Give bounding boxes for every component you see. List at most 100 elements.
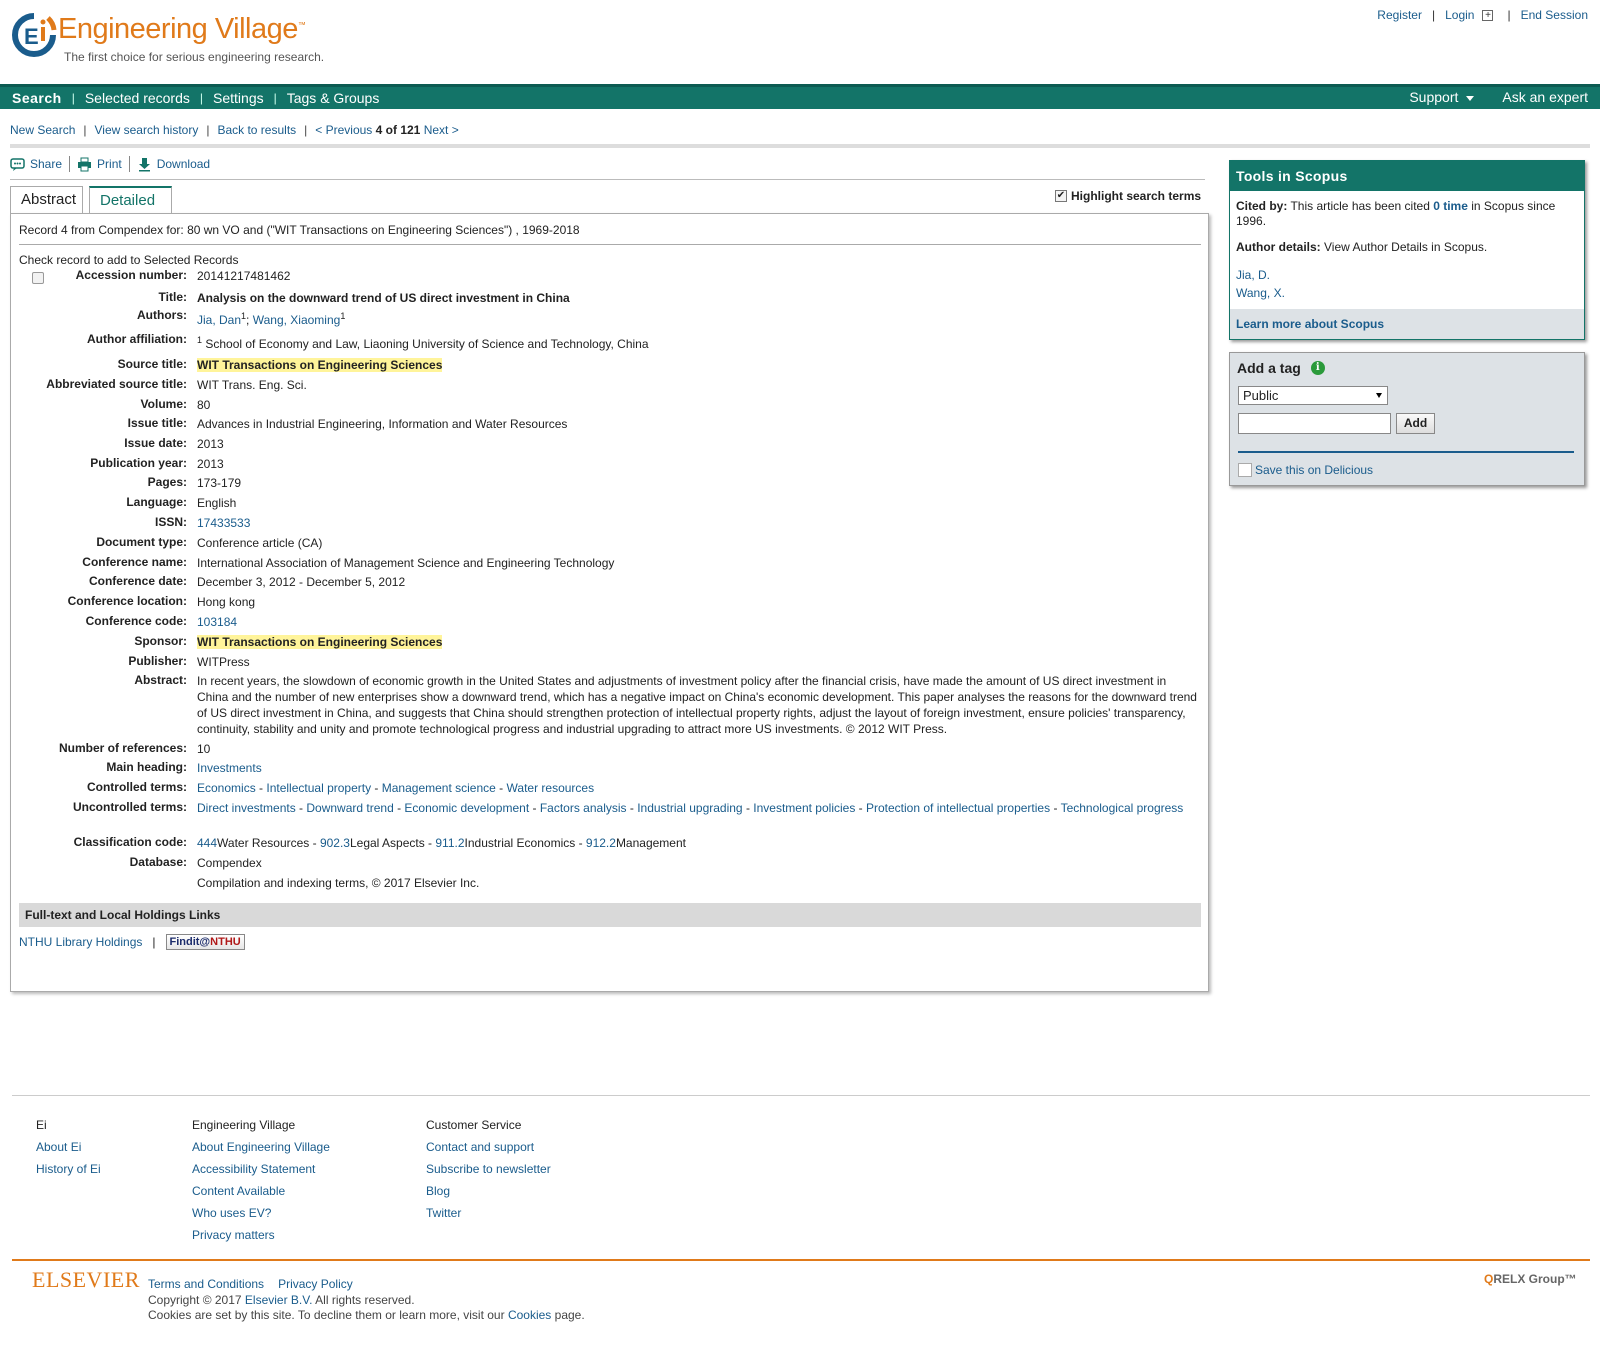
end-session-link[interactable]: End Session [1521, 8, 1588, 22]
uncontrolled-term-link[interactable]: Technological progress [1061, 801, 1184, 815]
author-details: Author details: View Author Details in S… [1236, 240, 1488, 254]
classification-code-link[interactable]: 911.2 [435, 836, 464, 850]
uncontrolled-term-link[interactable]: Protection of intellectual properties [866, 801, 1050, 815]
elsevier-bv-link[interactable]: Elsevier B.V. [245, 1293, 313, 1307]
uncontrolled-term-link[interactable]: Investment policies [753, 801, 855, 815]
tag-visibility-select[interactable]: Public [1238, 386, 1388, 405]
nav-settings[interactable]: Settings [213, 90, 264, 106]
next-link[interactable]: Next > [424, 123, 459, 137]
register-link[interactable]: Register [1377, 8, 1422, 22]
relx-logo: QRELX Group™ [1484, 1272, 1577, 1286]
delicious-link[interactable]: Save this on Delicious [1255, 463, 1373, 477]
copyright: Copyright © 2017 Elsevier B.V. All right… [148, 1293, 585, 1322]
controlled-term-link[interactable]: Management science [382, 781, 496, 795]
terms-link[interactable]: Terms and Conditions [148, 1277, 264, 1291]
share-button[interactable]: Share [10, 157, 62, 172]
main-heading-link[interactable]: Investments [197, 761, 262, 775]
uncontrolled-term-link[interactable]: Factors analysis [540, 801, 627, 815]
share-label[interactable]: Share [30, 157, 62, 171]
nav-ask-expert[interactable]: Ask an expert [1502, 89, 1588, 105]
uncontrolled-term-link[interactable]: Industrial upgrading [637, 801, 742, 815]
download-button[interactable]: Download [137, 157, 210, 172]
nav-tags-groups[interactable]: Tags & Groups [287, 90, 380, 106]
footer-link[interactable]: Accessibility Statement [192, 1162, 315, 1176]
login-link[interactable]: Login [1445, 8, 1474, 22]
save-delicious[interactable]: Save this on Delicious [1238, 463, 1373, 477]
classification-code-link[interactable]: 444 [197, 836, 217, 850]
scopus-author-link[interactable]: Wang, X. [1236, 286, 1285, 300]
tab-detailed[interactable]: Detailed [89, 186, 172, 214]
delicious-icon [1238, 463, 1252, 477]
add-tag-button[interactable]: Add [1396, 413, 1435, 434]
elsevier-logo[interactable]: ELSEVIER [32, 1267, 140, 1293]
add-tag-title: Add a tag [1237, 360, 1301, 376]
field-issue-title: Issue title: Advances in Industrial Engi… [127, 416, 568, 431]
footer-link[interactable]: Twitter [426, 1206, 461, 1220]
field-volume: Volume: 80 [140, 397, 211, 412]
tab-abstract[interactable]: Abstract [10, 186, 83, 213]
share-icon [10, 157, 25, 171]
controlled-term-link[interactable]: Economics [197, 781, 256, 795]
footer-link[interactable]: About Engineering Village [192, 1140, 330, 1154]
uncontrolled-term-link[interactable]: Downward trend [306, 801, 393, 815]
field-accession: Accession number: 20141217481462 [75, 268, 291, 283]
nav-support[interactable]: Support [1409, 89, 1475, 105]
field-publication-year: Publication year: 2013 [90, 456, 224, 471]
info-icon[interactable]: i [1310, 361, 1325, 375]
uncontrolled-term-link[interactable]: Direct investments [197, 801, 296, 815]
search-history-link[interactable]: View search history [95, 123, 199, 137]
footer-link[interactable]: Blog [426, 1184, 450, 1198]
privacy-link[interactable]: Privacy Policy [278, 1277, 353, 1291]
conference-code-link[interactable]: 103184 [197, 615, 237, 629]
learn-more-scopus-link[interactable]: Learn more about Scopus [1236, 317, 1384, 331]
new-search-link[interactable]: New Search [10, 123, 75, 137]
footer-link[interactable]: Subscribe to newsletter [426, 1162, 551, 1176]
author-link[interactable]: Wang, Xiaoming [253, 313, 341, 327]
fulltext-heading: Full-text and Local Holdings Links [19, 903, 1201, 927]
findit-nthu-button[interactable]: Findit@NTHU [165, 934, 245, 950]
controlled-term-link[interactable]: Water resources [507, 781, 595, 795]
nav-selected-records[interactable]: Selected records [85, 90, 190, 106]
footer-link[interactable]: Content Available [192, 1184, 285, 1198]
brand-name[interactable]: Engineering Village™ [58, 13, 306, 46]
main-nav: Search | Selected records | Settings | T… [0, 84, 1600, 109]
uncontrolled-term-link[interactable]: Economic development [404, 801, 529, 815]
footer-link[interactable]: Who uses EV? [192, 1206, 271, 1220]
print-label[interactable]: Print [97, 157, 122, 171]
expand-plus-icon[interactable]: + [1482, 9, 1494, 21]
nav-search[interactable]: Search [12, 90, 62, 106]
tag-input[interactable] [1238, 413, 1391, 434]
divider [19, 244, 1201, 245]
previous-link[interactable]: < Previous [315, 123, 372, 137]
site-header: E Engineering Village™ The first choice … [0, 0, 1600, 84]
footer-link[interactable]: About Ei [36, 1140, 81, 1154]
cited-count-link[interactable]: 0 time [1433, 199, 1468, 213]
classification-code-link[interactable]: 912.2 [586, 836, 616, 850]
scopus-author-link[interactable]: Jia, D. [1236, 268, 1270, 282]
print-button[interactable]: Print [77, 157, 122, 172]
download-icon [138, 157, 150, 171]
highlight-label: Highlight search terms [1071, 189, 1202, 203]
issn-link[interactable]: 17433533 [197, 516, 250, 530]
divider [10, 179, 1205, 180]
nthu-library-link[interactable]: NTHU Library Holdings [19, 935, 142, 949]
field-authors: Authors: Jia, Dan1; Wang, Xiaoming1 [137, 308, 346, 327]
footer-link[interactable]: Contact and support [426, 1140, 534, 1154]
footer-link[interactable]: Privacy matters [192, 1228, 275, 1242]
highlight-search-terms-toggle[interactable]: ✔ Highlight search terms [1055, 189, 1201, 203]
classification-code-link[interactable]: 902.3 [320, 836, 350, 850]
cookies-link[interactable]: Cookies [508, 1308, 551, 1322]
back-to-results-link[interactable]: Back to results [217, 123, 296, 137]
cited-by: Cited by: This article has been cited 0 … [1236, 199, 1556, 228]
author-link[interactable]: Jia, Dan [197, 313, 241, 327]
footer-col-ei: Ei About Ei History of Ei [36, 1118, 101, 1176]
record-actions: Share Print Download [10, 156, 210, 172]
download-label[interactable]: Download [157, 157, 210, 171]
highlight-checkbox[interactable]: ✔ [1055, 190, 1067, 202]
footer-link[interactable]: History of Ei [36, 1162, 101, 1176]
footer-col-ev: Engineering Village About Engineering Vi… [192, 1118, 330, 1242]
footer-col-customer-service: Customer Service Contact and support Sub… [426, 1118, 551, 1220]
session-links: Register | Login + | End Session [1377, 8, 1588, 22]
field-issn: ISSN: 17433533 [154, 515, 251, 530]
controlled-term-link[interactable]: Intellectual property [266, 781, 371, 795]
